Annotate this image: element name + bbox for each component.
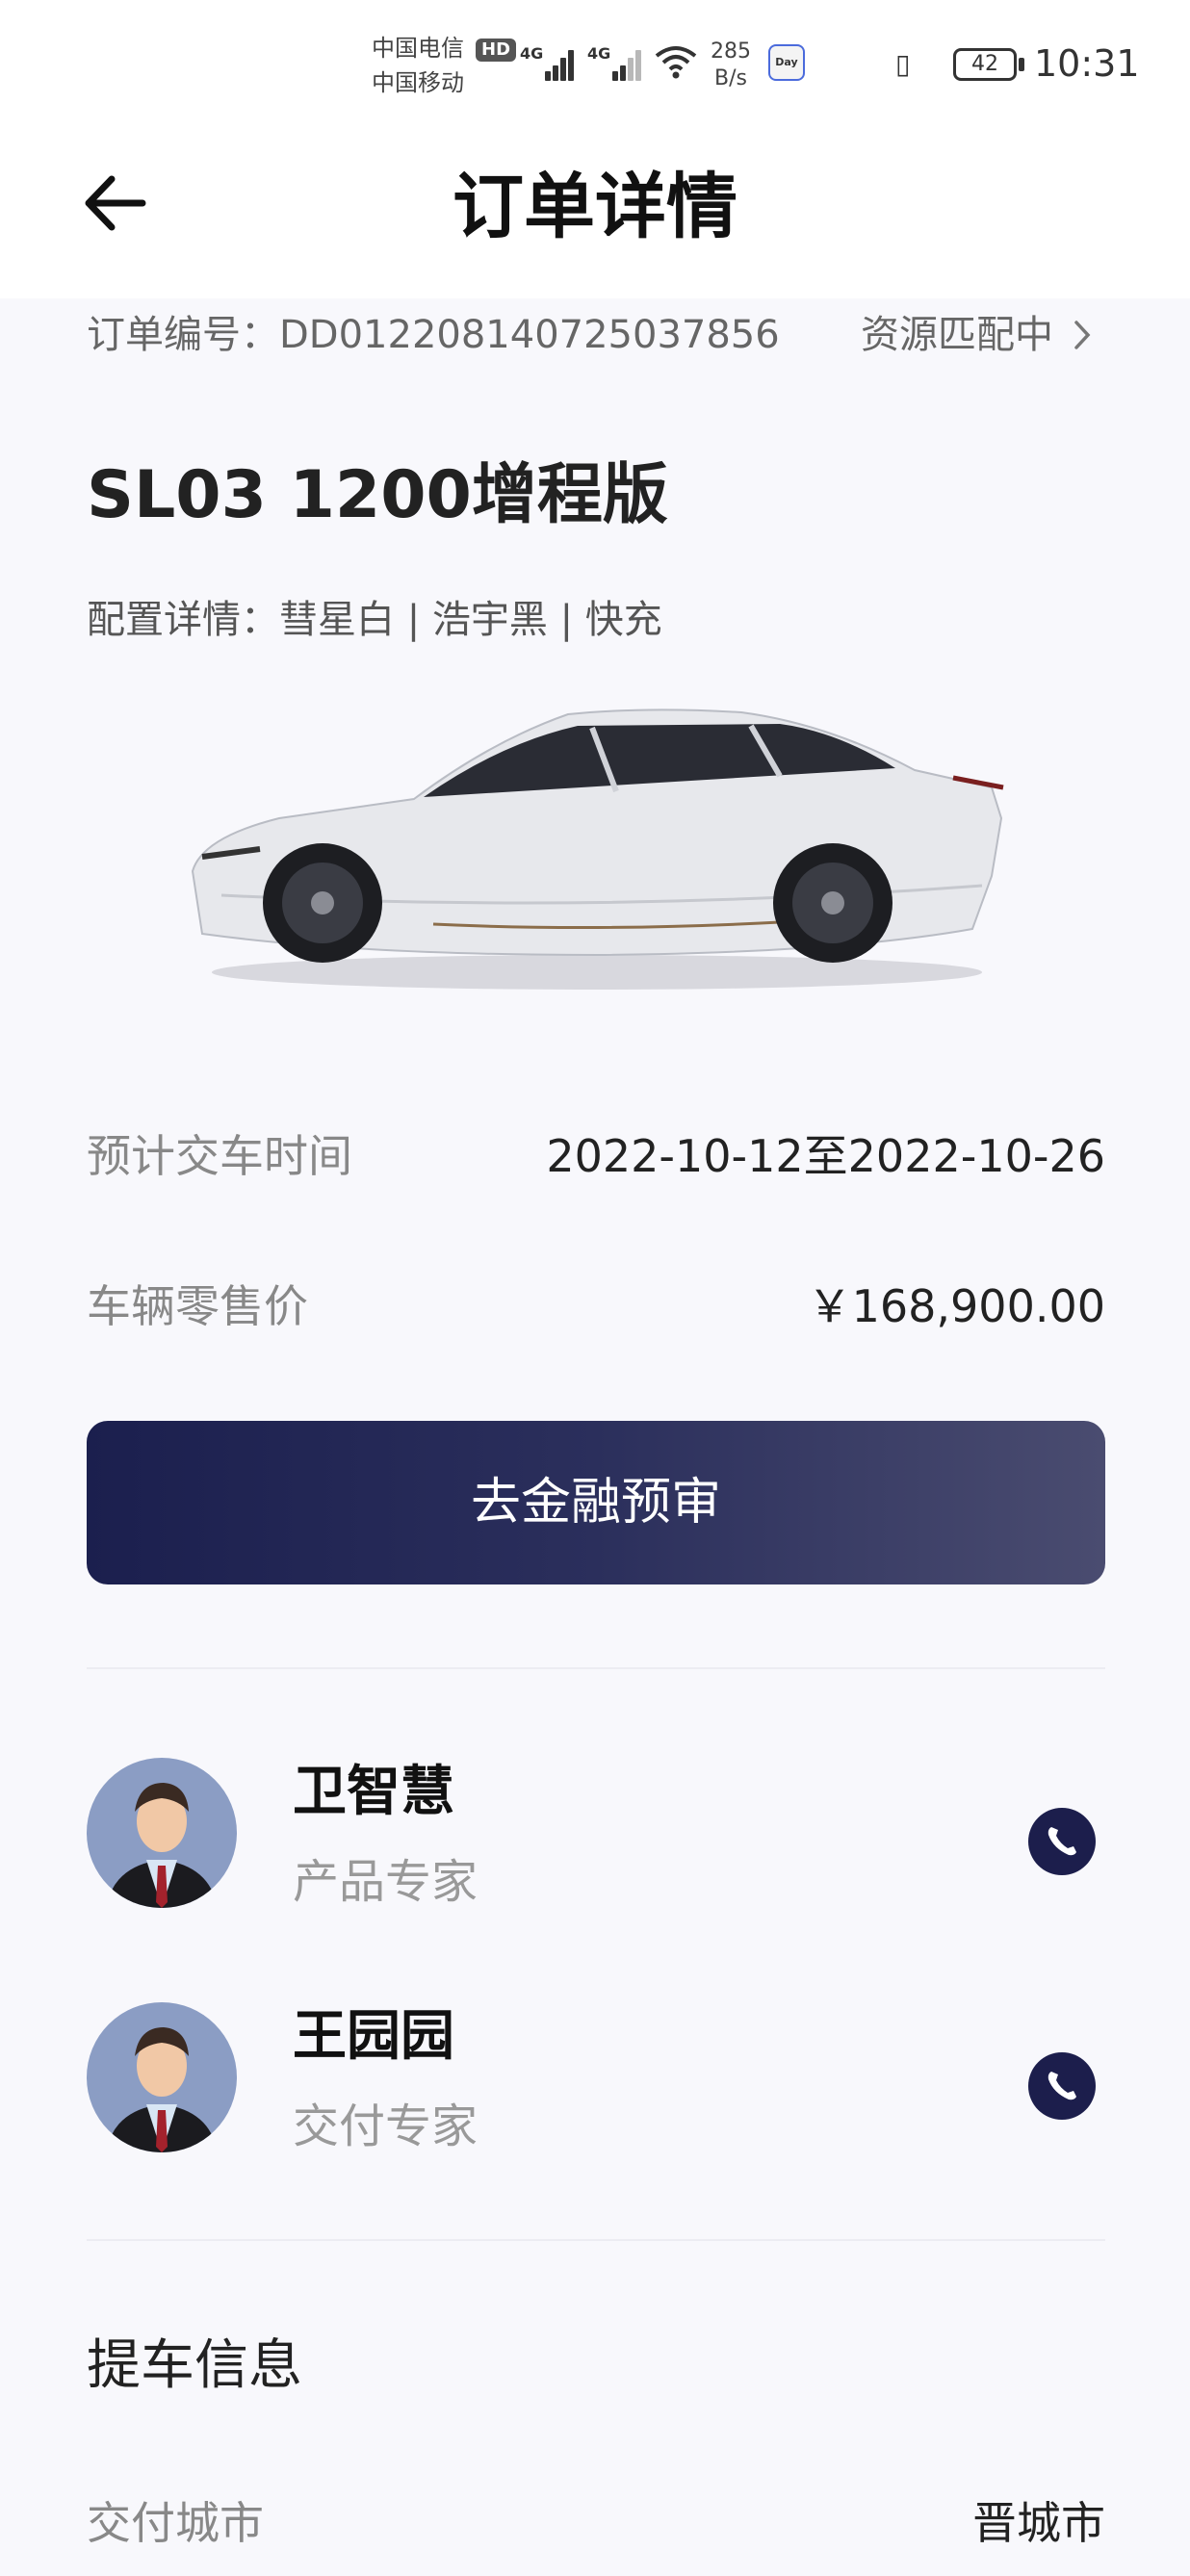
order-number: 订单编号：DD012208140725037856	[87, 313, 780, 357]
retail-price-label: 车辆零售价	[87, 1280, 308, 1332]
delivery-city-label: 交付城市	[87, 2497, 264, 2549]
order-status: 资源匹配中	[861, 313, 1053, 357]
network-speed-unit: B/s	[714, 66, 747, 90]
status-time: 10:31	[1034, 42, 1140, 85]
network-speed: 285 B/s	[711, 39, 751, 92]
cell-signal-1-icon: 4G	[520, 42, 578, 81]
wifi-icon	[655, 46, 697, 79]
signal-1-label: 4G	[520, 44, 544, 63]
contact-role: 产品专家	[293, 1855, 479, 1909]
finance-precheck-button[interactable]: 去金融预审	[87, 1421, 1105, 1584]
car-model-name: SL03 1200增程版	[87, 457, 668, 533]
carrier-1: 中国电信	[372, 35, 464, 62]
car-config: 配置详情：彗星白 | 浩宇黑 | 快充	[87, 598, 662, 642]
contact-name: 卫智慧	[293, 1761, 454, 1823]
hd-badge: HD	[476, 39, 517, 62]
phone-icon	[1048, 1827, 1076, 1856]
contact-name: 王园园	[293, 2005, 454, 2068]
avatar	[87, 1758, 237, 1908]
calendar-app-icon: Day	[768, 44, 805, 81]
battery-tip	[1019, 58, 1024, 71]
page-title: 订单详情	[453, 166, 737, 248]
order-status-link[interactable]: 资源匹配中	[861, 306, 1093, 364]
delivery-time-label: 预计交车时间	[87, 1130, 352, 1182]
carrier-2: 中国移动	[372, 69, 464, 96]
network-speed-value: 285	[711, 39, 751, 64]
signal-2-label: 4G	[587, 44, 611, 63]
delivery-city-value: 晋城市	[972, 2497, 1105, 2549]
divider	[87, 1667, 1105, 1669]
call-button[interactable]	[1028, 1808, 1096, 1875]
phone-icon	[1048, 2072, 1076, 2100]
battery-icon: 42	[953, 48, 1017, 81]
car-image	[191, 708, 1004, 990]
cell-signal-2-icon: 4G	[587, 42, 645, 81]
retail-price-value: ￥168,900.00	[807, 1280, 1105, 1332]
carrier-info: 中国电信 中国移动	[372, 31, 464, 100]
contact-role: 交付专家	[293, 2099, 479, 2153]
avatar	[87, 2002, 237, 2152]
vibrate-icon: ▯	[895, 48, 911, 80]
pickup-section-title: 提车信息	[87, 2334, 302, 2397]
call-button[interactable]	[1028, 2052, 1096, 2120]
delivery-time-value: 2022-10-12至2022-10-26	[546, 1130, 1105, 1182]
back-arrow-icon[interactable]	[81, 169, 148, 237]
chevron-right-icon	[1074, 321, 1091, 349]
divider	[87, 2239, 1105, 2241]
